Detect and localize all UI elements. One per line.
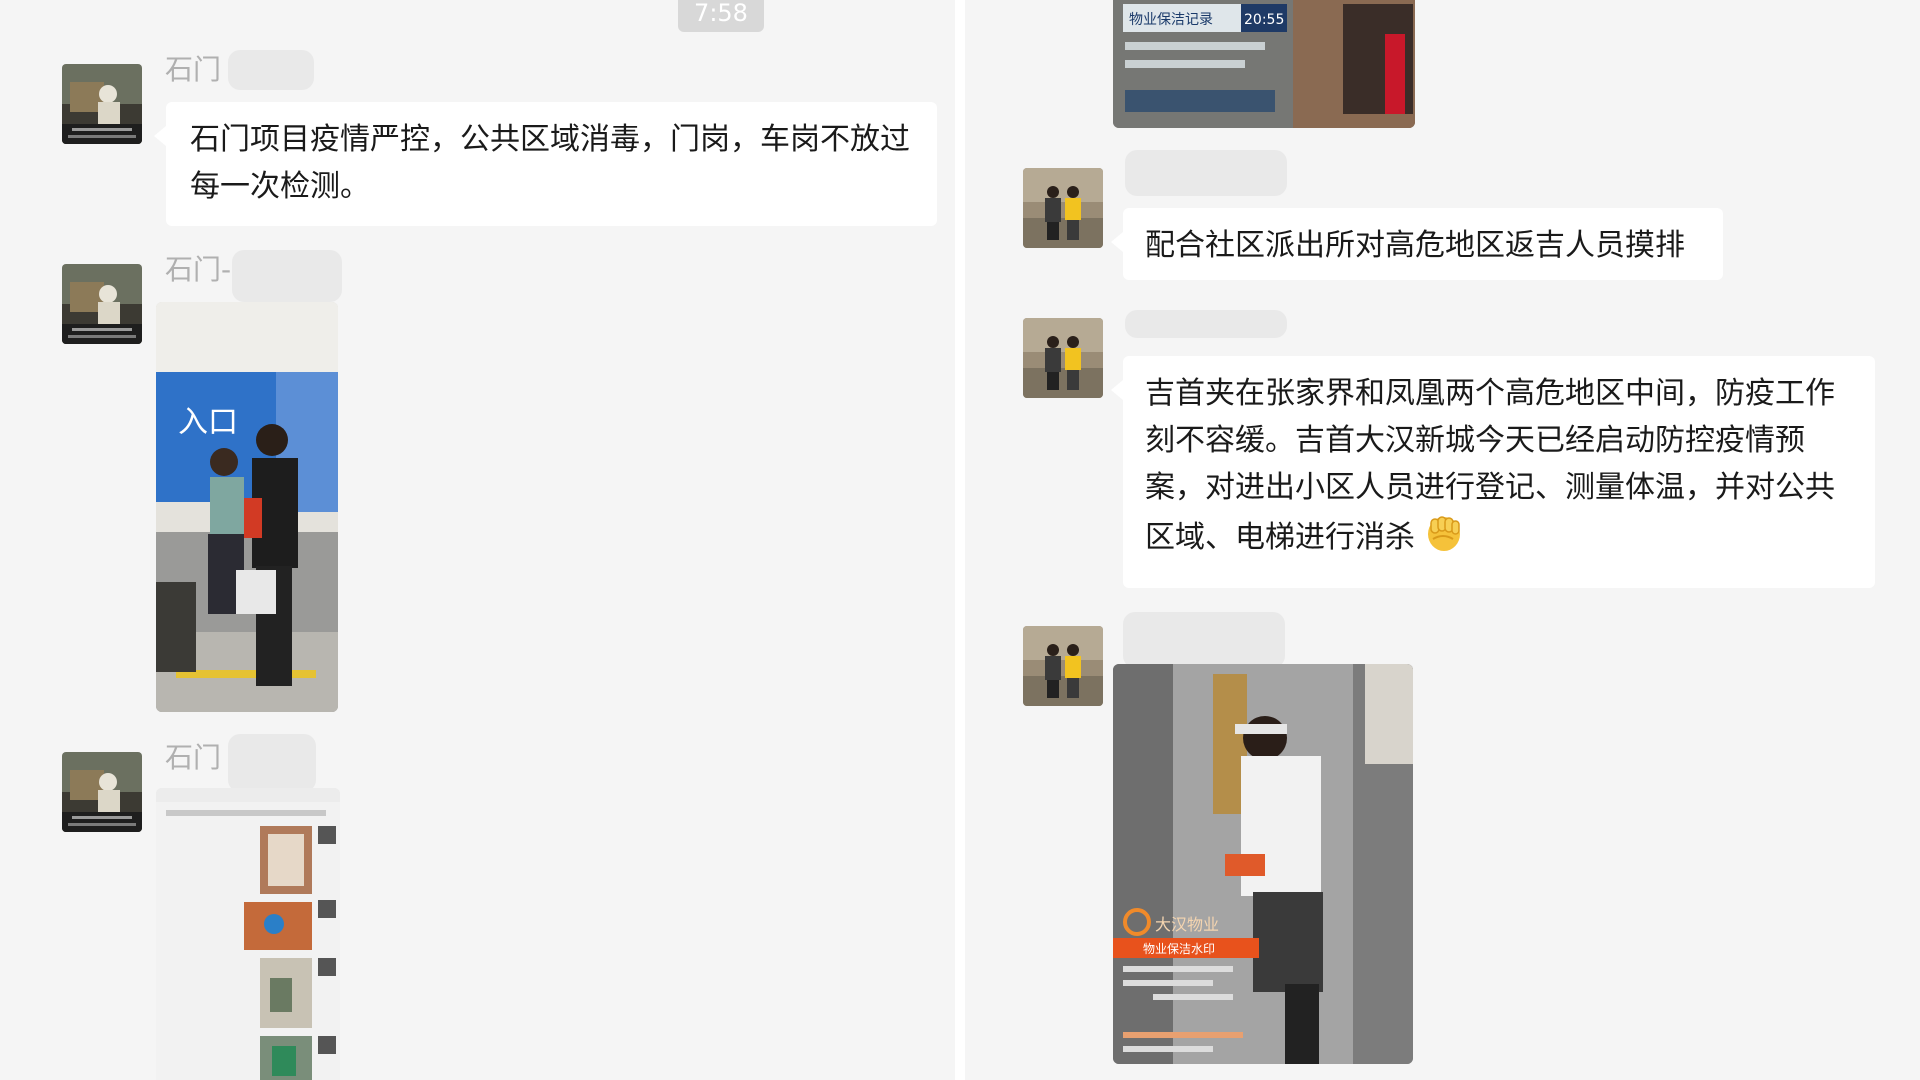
avatar[interactable] [62,264,142,344]
card-time: 20:55 [1244,12,1284,28]
image-message-entrance[interactable]: 入口 [156,302,338,712]
blurred-sender-name [1125,150,1287,196]
chat-timestamp: 7:58 [678,0,764,32]
avatar[interactable] [62,64,142,144]
sender-name: 石门- [165,253,232,286]
fist-icon [1423,511,1465,567]
banner-text: 物业保洁水印 [1143,942,1215,956]
message-bubble[interactable]: 吉首夹在张家界和凤凰两个高危地区中间，防疫工作刻不容缓。吉首大汉新城今天已经启动… [1111,356,1875,588]
avatar[interactable] [1023,168,1103,248]
blurred-sender-name [232,250,342,302]
sender-name: 石门 [165,741,222,774]
brand-watermark: 大汉物业 [1155,915,1219,934]
image-message-screenshot[interactable] [156,788,340,1080]
card-title: 物业保洁记录 [1129,12,1213,28]
entrance-sign-text: 入口 [178,405,238,440]
blurred-sender-name [228,734,316,792]
sender-name: 石门 [165,53,222,86]
avatar[interactable] [1023,318,1103,398]
avatar[interactable] [62,752,142,832]
blurred-sender-name [228,50,314,90]
blurred-sender-name [1125,310,1287,338]
left-chat-panel: 7:58 石门 石门项目疫情严控，公共区域消毒，门岗，车岗不放过每一次检测。 石… [0,0,955,1080]
image-message-elevator-disinfection[interactable]: 大汉物业 物业保洁水印 [1113,664,1413,1064]
message-text: 配合社区派出所对高危地区返吉人员摸排 [1145,228,1685,263]
right-chat-panel: 物业保洁记录 20:55 配合社区派出所对高危地区返吉人员摸排 吉首夹在张家界和… [965,0,1920,1080]
message-bubble[interactable]: 石门项目疫情严控，公共区域消毒，门岗，车岗不放过每一次检测。 [154,102,937,226]
image-message-cleaning-record[interactable]: 物业保洁记录 20:55 [1113,0,1415,128]
message-text: 吉首夹在张家界和凤凰两个高危地区中间，防疫工作刻不容缓。吉首大汉新城今天已经启动… [1145,376,1835,555]
message-bubble[interactable]: 配合社区派出所对高危地区返吉人员摸排 [1111,208,1723,280]
message-text: 石门项目疫情严控，公共区域消毒，门岗，车岗不放过每一次检测。 [190,122,910,204]
blurred-sender-name [1123,612,1285,668]
avatar[interactable] [1023,626,1103,706]
